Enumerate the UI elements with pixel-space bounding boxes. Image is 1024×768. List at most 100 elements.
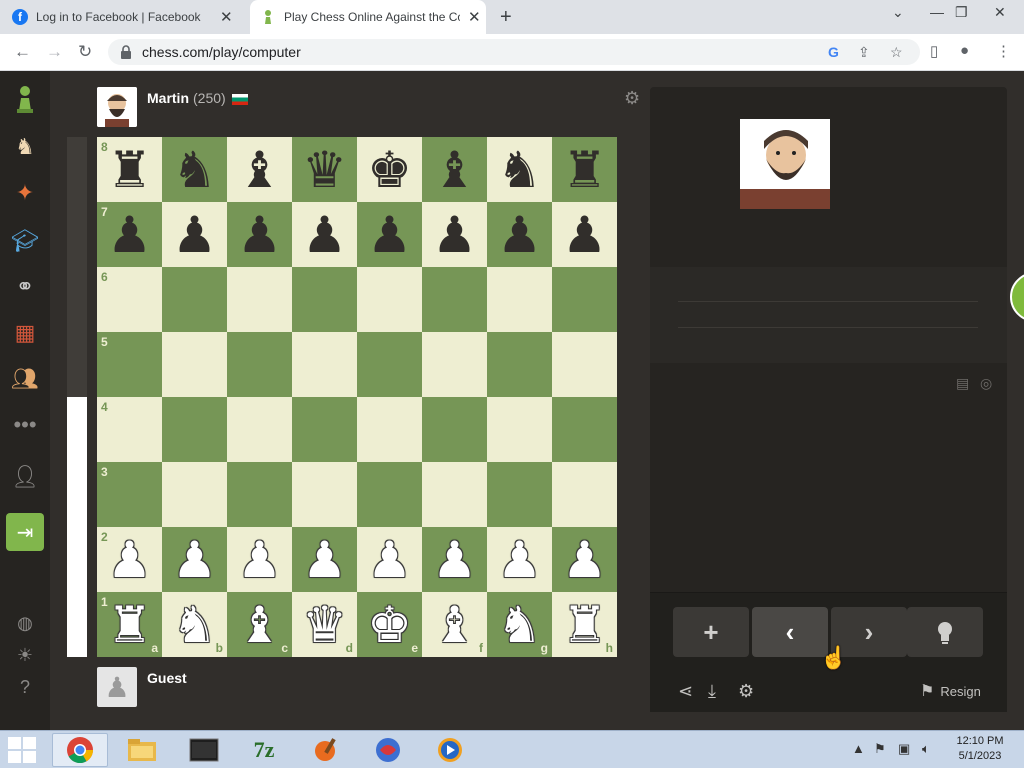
media-player-icon[interactable] <box>422 733 478 767</box>
social-icon[interactable]: 👥︎ <box>9 363 41 395</box>
close-tab-icon[interactable]: ✕ <box>220 8 233 26</box>
square-g8[interactable]: ♞ <box>487 137 552 202</box>
action-center-flag-icon[interactable]: ⚑ <box>874 741 886 757</box>
black-piece[interactable]: ♝ <box>237 145 282 195</box>
square-e5[interactable] <box>357 332 422 397</box>
square-d2[interactable]: ♟ <box>292 527 357 592</box>
volume-muted-icon[interactable]: 🔈︎ <box>922 741 930 757</box>
white-piece[interactable]: ♞ <box>497 600 542 650</box>
square-e2[interactable]: ♟ <box>357 527 422 592</box>
square-h3[interactable] <box>552 462 617 527</box>
tab-search-icon[interactable]: ⌄ <box>892 4 904 21</box>
square-c8[interactable]: ♝ <box>227 137 292 202</box>
play-icon[interactable]: ♞ <box>9 131 41 163</box>
square-b3[interactable] <box>162 462 227 527</box>
square-h4[interactable] <box>552 397 617 462</box>
square-g5[interactable] <box>487 332 552 397</box>
square-c5[interactable] <box>227 332 292 397</box>
square-c3[interactable] <box>227 462 292 527</box>
white-piece[interactable]: ♟ <box>302 535 347 585</box>
swirl-app-icon[interactable] <box>360 733 416 767</box>
chess-board[interactable]: 8 ♜ ♞ ♝ ♛ ♚ ♝ ♞ ♜ 7 ♟ ♟ ♟ ♟ ♟ ♟ ♟ ♟ 6 5 4 3 2 ♟ ♟ ♟ ♟ ♟ ♟ ♟ ♟ 1 a ♜ b ♞ c ♝ d ♛… <box>97 137 617 657</box>
minimize-icon[interactable]: — <box>930 4 944 20</box>
game-settings-icon[interactable]: ⚙ <box>738 681 754 702</box>
windows-start-icon[interactable] <box>8 737 38 763</box>
notes-icon[interactable]: ▤ <box>956 375 969 392</box>
square-e6[interactable] <box>357 267 422 332</box>
square-d4[interactable] <box>292 397 357 462</box>
white-piece[interactable]: ♟ <box>172 535 217 585</box>
square-f1[interactable]: f ♝ <box>422 592 487 657</box>
new-game-button[interactable]: + <box>673 607 749 657</box>
square-e3[interactable] <box>357 462 422 527</box>
black-piece[interactable]: ♜ <box>107 145 152 195</box>
omnibox[interactable]: chess.com/play/computer G ⇪ ☆ <box>108 39 920 65</box>
black-piece[interactable]: ♞ <box>172 145 217 195</box>
close-window-icon[interactable]: ✕ <box>994 4 1006 21</box>
square-a3[interactable]: 3 <box>97 462 162 527</box>
square-b6[interactable] <box>162 267 227 332</box>
square-d5[interactable] <box>292 332 357 397</box>
square-b7[interactable]: ♟ <box>162 202 227 267</box>
square-a7[interactable]: 7 ♟ <box>97 202 162 267</box>
bookmark-star-icon[interactable]: ☆ <box>890 44 903 61</box>
white-piece[interactable]: ♝ <box>237 600 282 650</box>
news-icon[interactable]: ▦ <box>9 317 41 349</box>
square-f4[interactable] <box>422 397 487 462</box>
square-c6[interactable] <box>227 267 292 332</box>
white-piece[interactable]: ♝ <box>432 600 477 650</box>
chrome-app-icon[interactable] <box>52 733 108 767</box>
square-g6[interactable] <box>487 267 552 332</box>
forward-icon[interactable]: → <box>46 42 63 62</box>
black-piece[interactable]: ♟ <box>432 210 477 260</box>
previous-move-button[interactable]: ‹ <box>752 607 828 657</box>
share-game-icon[interactable]: ⋖ <box>678 681 693 702</box>
square-c1[interactable]: c ♝ <box>227 592 292 657</box>
square-f8[interactable]: ♝ <box>422 137 487 202</box>
square-a8[interactable]: 8 ♜ <box>97 137 162 202</box>
paint-app-icon[interactable] <box>298 733 354 767</box>
add-friend-icon[interactable]: 👤︎ <box>9 461 41 493</box>
square-f6[interactable] <box>422 267 487 332</box>
square-g7[interactable]: ♟ <box>487 202 552 267</box>
system-clock[interactable]: 12:10 PM 5/1/2023 <box>950 734 1010 764</box>
resign-button[interactable]: ⚑ Resign <box>920 681 981 701</box>
square-f2[interactable]: ♟ <box>422 527 487 592</box>
black-piece[interactable]: ♟ <box>367 210 412 260</box>
reload-icon[interactable]: ↻ <box>78 42 92 62</box>
black-piece[interactable]: ♞ <box>497 145 542 195</box>
side-panel-icon[interactable]: ▯ <box>930 42 938 60</box>
profile-icon[interactable]: ● <box>960 42 969 59</box>
square-a2[interactable]: 2 ♟ <box>97 527 162 592</box>
new-tab-icon[interactable]: + <box>500 6 512 29</box>
explorer-compass-icon[interactable]: ◎ <box>980 375 992 392</box>
black-piece[interactable]: ♛ <box>302 145 347 195</box>
back-icon[interactable]: ← <box>14 42 31 62</box>
7zip-app-icon[interactable]: 7z <box>236 733 292 767</box>
square-b1[interactable]: b ♞ <box>162 592 227 657</box>
tab-chess[interactable]: Play Chess Online Against the Co ✕ <box>250 0 486 34</box>
square-f3[interactable] <box>422 462 487 527</box>
black-piece[interactable]: ♟ <box>497 210 542 260</box>
google-lens-icon[interactable]: G <box>828 44 839 60</box>
square-b8[interactable]: ♞ <box>162 137 227 202</box>
square-g4[interactable] <box>487 397 552 462</box>
white-piece[interactable]: ♟ <box>107 535 152 585</box>
tab-facebook[interactable]: f Log in to Facebook | Facebook ✕ <box>12 0 246 34</box>
white-piece[interactable]: ♟ <box>497 535 542 585</box>
white-piece[interactable]: ♜ <box>562 600 607 650</box>
square-b2[interactable]: ♟ <box>162 527 227 592</box>
square-h5[interactable] <box>552 332 617 397</box>
white-piece[interactable]: ♛ <box>302 600 347 650</box>
square-b4[interactable] <box>162 397 227 462</box>
network-icon[interactable]: ▣ <box>898 741 910 757</box>
black-piece[interactable]: ♟ <box>107 210 152 260</box>
white-piece[interactable]: ♟ <box>237 535 282 585</box>
square-g3[interactable] <box>487 462 552 527</box>
square-c4[interactable] <box>227 397 292 462</box>
top-player-name[interactable]: Martin <box>147 90 189 106</box>
more-icon[interactable]: ••• <box>9 409 41 441</box>
square-d1[interactable]: d ♛ <box>292 592 357 657</box>
theme-sun-icon[interactable]: ☀ <box>13 643 37 667</box>
learn-icon[interactable]: 🎓︎ <box>9 225 41 257</box>
